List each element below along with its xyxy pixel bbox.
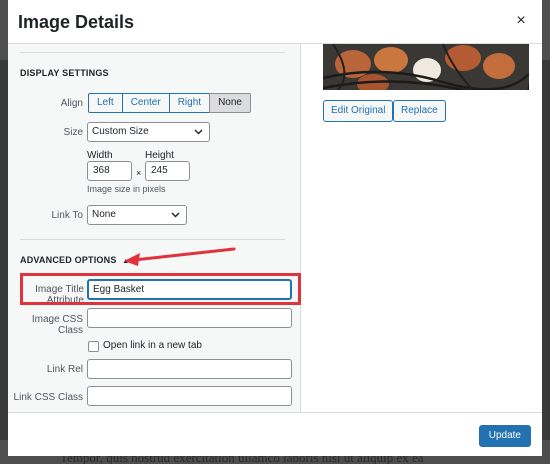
height-label: Height (145, 150, 174, 161)
divider (20, 239, 285, 240)
replace-button[interactable]: Replace (393, 100, 446, 122)
image-preview-column: Edit Original Replace (301, 44, 542, 412)
link-to-select[interactable]: None (87, 205, 187, 225)
width-input[interactable]: 368 (87, 161, 132, 181)
link-css-class-label: Link CSS Class (13, 392, 83, 403)
size-select-value: Custom Size (92, 126, 149, 137)
advanced-options-label: ADVANCED OPTIONS (20, 255, 117, 265)
new-tab-label: Open link in a new tab (103, 340, 202, 351)
image-css-class-label: Image CSS Class (31, 314, 83, 336)
egg-basket-image (323, 44, 529, 90)
image-css-class-input[interactable] (87, 308, 292, 328)
link-css-class-input[interactable] (87, 386, 292, 406)
image-details-modal: Image Details × DISPLAY SETTINGS Align L… (8, 0, 542, 456)
update-button[interactable]: Update (478, 425, 531, 447)
advanced-options-heading[interactable]: ADVANCED OPTIONS ▲ (20, 255, 129, 265)
link-to-select-value: None (92, 209, 116, 220)
align-right-button[interactable]: Right (168, 93, 211, 113)
height-input[interactable]: 245 (145, 161, 190, 181)
size-label: Size (63, 127, 83, 138)
settings-column: DISPLAY SETTINGS Align Left Center Right… (8, 44, 301, 412)
new-tab-checkbox[interactable] (88, 341, 99, 352)
image-title-attribute-input[interactable]: Egg Basket (87, 279, 292, 300)
align-center-button[interactable]: Center (121, 93, 170, 113)
align-label: Align (60, 98, 83, 109)
divider (20, 52, 285, 53)
align-none-button[interactable]: None (209, 93, 251, 113)
size-select[interactable]: Custom Size (87, 122, 210, 142)
red-arrow-icon (124, 247, 236, 266)
chevron-down-icon (171, 206, 180, 230)
chevron-down-icon (194, 123, 203, 147)
size-hint: Image size in pixels (87, 184, 166, 194)
link-rel-input[interactable] (87, 359, 292, 379)
align-left-button[interactable]: Left (88, 93, 123, 113)
close-icon[interactable]: × (512, 12, 530, 30)
align-button-group: Left Center Right None (88, 93, 251, 113)
link-to-label: Link To (51, 210, 83, 221)
modal-header: Image Details × (8, 0, 542, 44)
width-label: Width (87, 150, 113, 161)
display-settings-heading: DISPLAY SETTINGS (20, 68, 109, 78)
modal-footer: Update (8, 412, 542, 456)
background-page-left (0, 60, 8, 440)
modal-title: Image Details (18, 12, 135, 32)
dimension-separator: × (136, 168, 142, 178)
background-page-right (542, 60, 550, 440)
link-rel-label: Link Rel (46, 364, 83, 375)
image-preview (323, 44, 529, 90)
edit-original-button[interactable]: Edit Original (323, 100, 394, 122)
